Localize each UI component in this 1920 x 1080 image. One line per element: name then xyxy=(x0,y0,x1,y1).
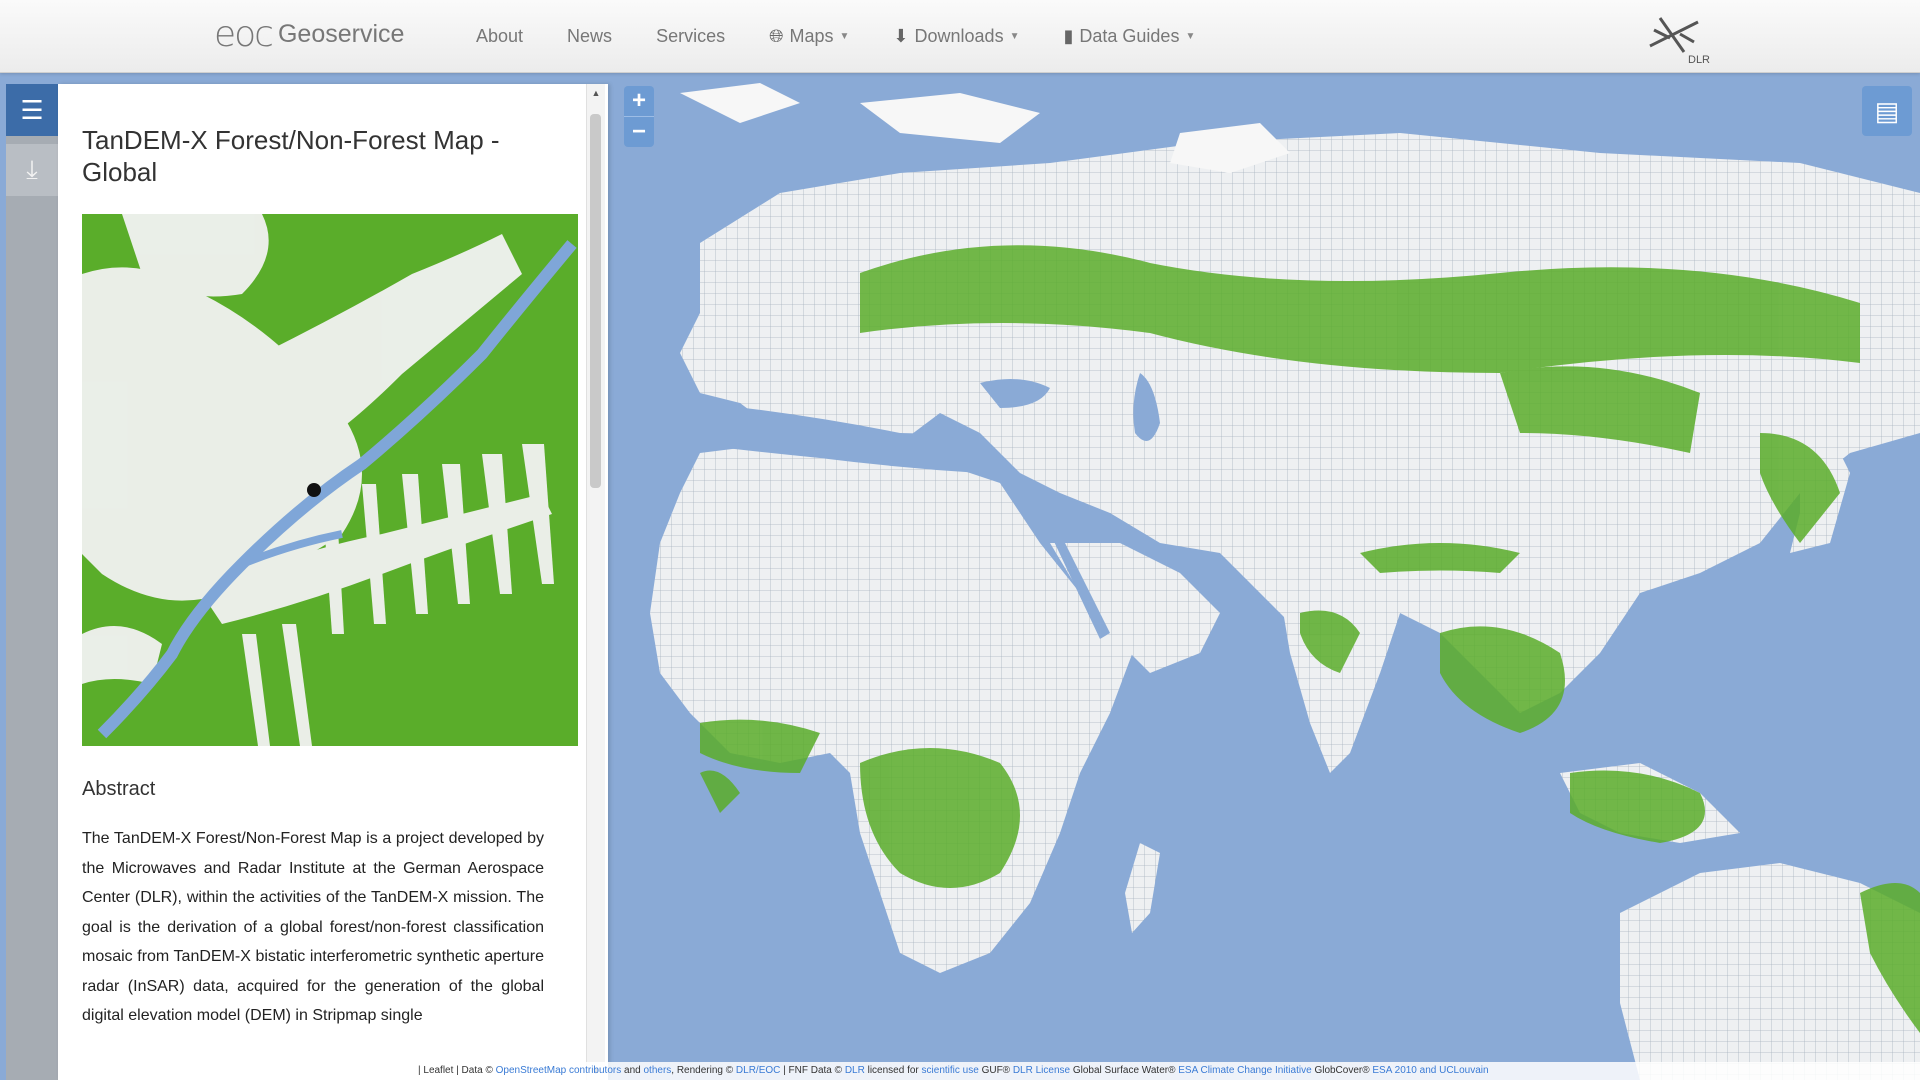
hamburger-icon: ☰ xyxy=(20,94,44,125)
attribution-prefix: | Leaflet | Data © xyxy=(418,1065,493,1076)
brand-name: Geoservice xyxy=(277,19,405,48)
dlr-eoc-link[interactable]: DLR/EOC xyxy=(736,1065,780,1076)
nav-maps-label: Maps xyxy=(789,25,834,46)
nav-data-guides-label: Data Guides xyxy=(1079,25,1180,46)
dlr-logo[interactable]: DLR xyxy=(1640,8,1710,66)
attribution-globcover: GlobCover® xyxy=(1314,1065,1370,1076)
attribution-gsw: Global Surface Water® xyxy=(1072,1065,1176,1076)
attribution-fnf: | FNF Data © xyxy=(783,1065,843,1076)
africa-landmass xyxy=(650,443,1140,973)
forest-map-thumbnail xyxy=(82,214,578,746)
sidebar-toolbar: ☰ ⤓ xyxy=(6,84,58,1080)
dlr-logo-text: DLR xyxy=(1688,54,1710,66)
attribution-and: and xyxy=(624,1065,641,1076)
abstract-heading: Abstract xyxy=(82,778,156,800)
panel-title: TanDEM-X Forest/Non-Forest Map - Global xyxy=(82,125,500,187)
layer-switcher-button[interactable]: ▤ xyxy=(1862,86,1912,136)
nav-downloads-dropdown[interactable]: ⬇︎ Downloads ▼ xyxy=(893,26,1019,47)
zoom-out-button[interactable]: − xyxy=(624,116,654,147)
globe-icon: 🌐︎ xyxy=(769,25,784,46)
nav-links: About News Services 🌐︎ Maps ▼ ⬇︎ Downloa… xyxy=(476,0,1239,72)
nav-about[interactable]: About xyxy=(476,26,523,47)
attribution-rendering: , Rendering © xyxy=(671,1065,734,1076)
eoc-logo: eoc xyxy=(214,13,274,55)
nav-data-guides-dropdown[interactable]: ▮ Data Guides ▼ xyxy=(1063,26,1195,47)
zoom-in-button[interactable]: + xyxy=(624,86,654,116)
menu-toggle-button[interactable]: ☰ xyxy=(6,84,58,136)
product-preview-image xyxy=(82,214,578,746)
product-info-panel: TanDEM-X Forest/Non-Forest Map - Global xyxy=(58,84,608,1080)
osm-link[interactable]: OpenStreetMap contributors xyxy=(496,1065,622,1076)
scroll-thumb[interactable] xyxy=(590,114,601,488)
arctic-ice xyxy=(680,83,1290,173)
scroll-up-icon[interactable]: ▲ xyxy=(587,88,605,98)
esa-cci-link[interactable]: ESA Climate Change Initiative xyxy=(1178,1065,1311,1076)
zoom-control: + − xyxy=(624,86,654,147)
nav-about-label: About xyxy=(476,25,524,46)
caret-down-icon: ▼ xyxy=(1185,30,1196,42)
nav-services-label: Services xyxy=(656,25,726,46)
download-circle-icon: ⬇︎ xyxy=(893,25,909,46)
download-tool-button[interactable]: ⤓ xyxy=(6,144,58,196)
madagascar-landmass xyxy=(1125,843,1160,933)
others-link[interactable]: others xyxy=(643,1065,671,1076)
caret-down-icon: ▼ xyxy=(839,30,850,42)
brand-link[interactable]: eoc Geoservice xyxy=(214,12,404,56)
attribution-licensed: licensed for xyxy=(867,1065,919,1076)
nav-news-label: News xyxy=(567,25,613,46)
dlr-link[interactable]: DLR xyxy=(845,1065,865,1076)
download-icon: ⤓ xyxy=(26,154,38,184)
abstract-text: The TanDEM-X Forest/Non-Forest Map is a … xyxy=(82,830,544,1024)
esa-ucl-link[interactable]: ESA 2010 and UCLouvain xyxy=(1372,1065,1488,1076)
nav-downloads-label: Downloads xyxy=(914,25,1004,46)
india-landmass xyxy=(1280,583,1400,773)
top-navbar: eoc Geoservice About News Services 🌐︎ Ma… xyxy=(0,0,1920,73)
dlr-license-link[interactable]: DLR License xyxy=(1013,1065,1070,1076)
panel-scrollbar[interactable]: ▲ ▼ xyxy=(586,84,605,1080)
book-icon: ▮ xyxy=(1063,25,1074,46)
nav-services[interactable]: Services xyxy=(656,26,725,47)
layers-list-icon: ▤ xyxy=(1874,95,1900,126)
caret-down-icon: ▼ xyxy=(1009,30,1020,42)
nav-news[interactable]: News xyxy=(567,26,612,47)
map-attribution: | Leaflet | Data © OpenStreetMap contrib… xyxy=(410,1062,1920,1080)
attribution-guf: GUF® xyxy=(981,1065,1011,1076)
nav-maps-dropdown[interactable]: 🌐︎ Maps ▼ xyxy=(769,26,849,47)
scientific-use-link[interactable]: scientific use xyxy=(922,1065,979,1076)
